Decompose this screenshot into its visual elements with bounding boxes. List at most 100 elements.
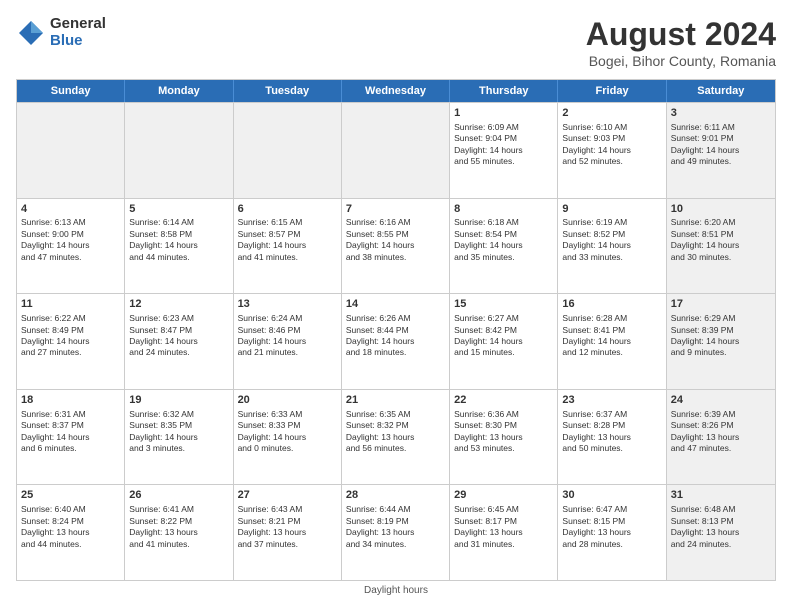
day-info: Sunset: 8:41 PM: [562, 325, 661, 336]
day-info: and 44 minutes.: [21, 539, 120, 550]
page-subtitle: Bogei, Bihor County, Romania: [586, 53, 776, 69]
day-info: and 24 minutes.: [129, 347, 228, 358]
calendar-cell: 24Sunrise: 6:39 AMSunset: 8:26 PMDayligh…: [667, 390, 775, 485]
day-number: 29: [454, 488, 553, 503]
calendar-cell: 22Sunrise: 6:36 AMSunset: 8:30 PMDayligh…: [450, 390, 558, 485]
day-info: and 53 minutes.: [454, 443, 553, 454]
day-info: Sunset: 8:49 PM: [21, 325, 120, 336]
logo-text: General Blue: [50, 16, 106, 49]
day-info: Sunset: 8:46 PM: [238, 325, 337, 336]
calendar-body: 1Sunrise: 6:09 AMSunset: 9:04 PMDaylight…: [17, 102, 775, 580]
day-info: Sunrise: 6:32 AM: [129, 409, 228, 420]
calendar-day-header: Monday: [125, 80, 233, 102]
day-info: Sunrise: 6:13 AM: [21, 217, 120, 228]
calendar-cell: 17Sunrise: 6:29 AMSunset: 8:39 PMDayligh…: [667, 294, 775, 389]
day-info: Sunset: 8:17 PM: [454, 516, 553, 527]
calendar-cell: 4Sunrise: 6:13 AMSunset: 9:00 PMDaylight…: [17, 199, 125, 294]
day-info: Daylight: 13 hours: [21, 527, 120, 538]
calendar-cell: 1Sunrise: 6:09 AMSunset: 9:04 PMDaylight…: [450, 103, 558, 198]
day-info: and 3 minutes.: [129, 443, 228, 454]
day-info: Sunrise: 6:18 AM: [454, 217, 553, 228]
day-info: Daylight: 13 hours: [454, 432, 553, 443]
day-info: Daylight: 14 hours: [671, 145, 771, 156]
day-info: Daylight: 14 hours: [454, 240, 553, 251]
day-info: Daylight: 14 hours: [129, 240, 228, 251]
logo-blue-text: Blue: [50, 33, 106, 50]
day-info: Daylight: 14 hours: [562, 336, 661, 347]
day-info: Sunrise: 6:35 AM: [346, 409, 445, 420]
day-info: Daylight: 13 hours: [454, 527, 553, 538]
day-info: Sunrise: 6:39 AM: [671, 409, 771, 420]
day-info: Sunrise: 6:48 AM: [671, 504, 771, 515]
day-info: Sunrise: 6:36 AM: [454, 409, 553, 420]
logo: General Blue: [16, 16, 106, 49]
day-info: Sunrise: 6:37 AM: [562, 409, 661, 420]
day-info: Sunrise: 6:43 AM: [238, 504, 337, 515]
day-info: Sunrise: 6:24 AM: [238, 313, 337, 324]
day-info: Daylight: 14 hours: [238, 432, 337, 443]
calendar-cell: 30Sunrise: 6:47 AMSunset: 8:15 PMDayligh…: [558, 485, 666, 580]
calendar-cell: 25Sunrise: 6:40 AMSunset: 8:24 PMDayligh…: [17, 485, 125, 580]
page: General Blue August 2024 Bogei, Bihor Co…: [0, 0, 792, 612]
day-number: 15: [454, 297, 553, 312]
day-number: 9: [562, 202, 661, 217]
calendar-week-row: 4Sunrise: 6:13 AMSunset: 9:00 PM Daylight…: [17, 198, 775, 294]
day-number: 27: [238, 488, 337, 503]
day-info: Daylight: 14 hours: [238, 240, 337, 251]
calendar: SundayMondayTuesdayWednesdayThursdayFrid…: [16, 79, 776, 581]
calendar-cell: 11Sunrise: 6:22 AMSunset: 8:49 PMDayligh…: [17, 294, 125, 389]
page-title: August 2024: [586, 16, 776, 53]
day-info: Sunset: 8:58 PM: [129, 229, 228, 240]
day-info: Sunrise: 6:11 AM: [671, 122, 771, 133]
day-number: 16: [562, 297, 661, 312]
day-number: 26: [129, 488, 228, 503]
day-info: Daylight: 14 hours: [562, 145, 661, 156]
day-info: and 52 minutes.: [562, 156, 661, 167]
calendar-cell: 29Sunrise: 6:45 AMSunset: 8:17 PMDayligh…: [450, 485, 558, 580]
day-info: and 56 minutes.: [346, 443, 445, 454]
calendar-day-header: Wednesday: [342, 80, 450, 102]
calendar-day-header: Sunday: [17, 80, 125, 102]
day-info: Sunset: 8:19 PM: [346, 516, 445, 527]
day-info: and 49 minutes.: [671, 156, 771, 167]
calendar-cell: 26Sunrise: 6:41 AMSunset: 8:22 PMDayligh…: [125, 485, 233, 580]
day-info: Sunrise: 6:22 AM: [21, 313, 120, 324]
day-info: Sunset: 8:22 PM: [129, 516, 228, 527]
calendar-cell: 19Sunrise: 6:32 AMSunset: 8:35 PMDayligh…: [125, 390, 233, 485]
calendar-cell: 31Sunrise: 6:48 AMSunset: 8:13 PMDayligh…: [667, 485, 775, 580]
day-number: 24: [671, 393, 771, 408]
day-number: 21: [346, 393, 445, 408]
day-number: 13: [238, 297, 337, 312]
day-info: Daylight: 13 hours: [671, 527, 771, 538]
day-info: Daylight: 13 hours: [346, 527, 445, 538]
day-info: Sunset: 8:24 PM: [21, 516, 120, 527]
day-info: Sunset: 8:51 PM: [671, 229, 771, 240]
calendar-week-row: 25Sunrise: 6:40 AMSunset: 8:24 PMDayligh…: [17, 484, 775, 580]
day-info: Sunset: 8:32 PM: [346, 420, 445, 431]
calendar-cell: 16Sunrise: 6:28 AMSunset: 8:41 PMDayligh…: [558, 294, 666, 389]
day-info: Sunset: 8:47 PM: [129, 325, 228, 336]
calendar-cell: 9Sunrise: 6:19 AMSunset: 8:52 PMDaylight…: [558, 199, 666, 294]
day-info: Sunrise: 6:45 AM: [454, 504, 553, 515]
calendar-cell: 3Sunrise: 6:11 AMSunset: 9:01 PMDaylight…: [667, 103, 775, 198]
day-info: Sunrise: 6:28 AM: [562, 313, 661, 324]
calendar-cell: 14Sunrise: 6:26 AMSunset: 8:44 PMDayligh…: [342, 294, 450, 389]
calendar-cell: 6Sunrise: 6:15 AMSunset: 8:57 PMDaylight…: [234, 199, 342, 294]
day-info: and 55 minutes.: [454, 156, 553, 167]
day-info: Daylight: 14 hours: [21, 432, 120, 443]
calendar-cell: [125, 103, 233, 198]
day-info: Sunrise: 6:27 AM: [454, 313, 553, 324]
day-info: Daylight: 14 hours: [454, 336, 553, 347]
calendar-cell: 10Sunrise: 6:20 AMSunset: 8:51 PMDayligh…: [667, 199, 775, 294]
day-number: 4: [21, 202, 120, 217]
day-info: Daylight: 14 hours: [346, 240, 445, 251]
day-info: Sunset: 8:57 PM: [238, 229, 337, 240]
day-info: Sunset: 9:00 PM: [21, 229, 120, 240]
day-number: 6: [238, 202, 337, 217]
day-info: Daylight: 14 hours: [562, 240, 661, 251]
calendar-header: SundayMondayTuesdayWednesdayThursdayFrid…: [17, 80, 775, 102]
calendar-week-row: 11Sunrise: 6:22 AMSunset: 8:49 PMDayligh…: [17, 293, 775, 389]
day-info: Sunset: 9:01 PM: [671, 133, 771, 144]
day-info: Sunrise: 6:10 AM: [562, 122, 661, 133]
day-number: 22: [454, 393, 553, 408]
